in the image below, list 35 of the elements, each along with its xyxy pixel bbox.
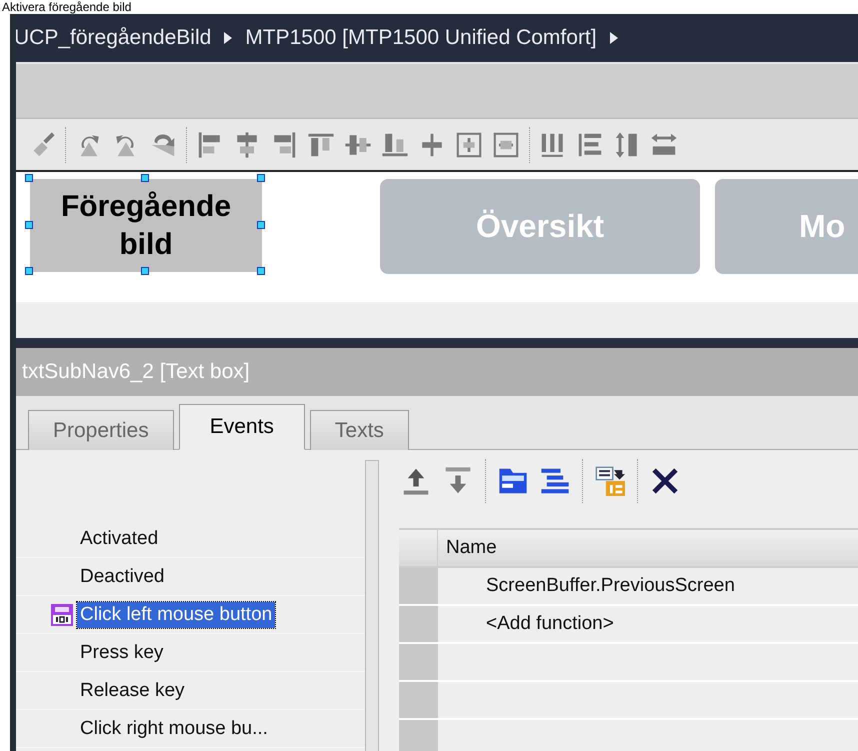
tab[interactable]: Properties bbox=[28, 410, 174, 450]
chevron-icon bbox=[223, 31, 234, 45]
function-cell[interactable]: ScreenBuffer.PreviousScreen bbox=[438, 567, 858, 605]
event-item[interactable]: Press key bbox=[77, 640, 166, 666]
move-up-icon[interactable] bbox=[401, 466, 431, 496]
panel-title: txtSubNav6_2 [Text box] bbox=[22, 360, 250, 384]
resize-handle[interactable] bbox=[25, 267, 33, 275]
event-item[interactable]: Release key bbox=[77, 678, 188, 704]
chevron-icon bbox=[608, 31, 619, 45]
center-horizontal-icon[interactable] bbox=[492, 130, 520, 158]
resize-handle[interactable] bbox=[141, 267, 149, 275]
resize-handle[interactable] bbox=[257, 267, 265, 275]
move-down-icon[interactable] bbox=[443, 466, 473, 496]
resize-handle[interactable] bbox=[257, 220, 265, 228]
event-item[interactable]: Deactived bbox=[77, 564, 168, 590]
resize-handle[interactable] bbox=[141, 174, 149, 182]
tab[interactable]: Events bbox=[178, 404, 305, 450]
tab[interactable]: Texts bbox=[310, 410, 409, 450]
resize-handle[interactable] bbox=[257, 174, 265, 182]
script-icon[interactable] bbox=[595, 466, 625, 496]
event-item[interactable]: Activated bbox=[77, 526, 162, 552]
text-box[interactable]: Föregående bild bbox=[30, 179, 262, 272]
event-item[interactable]: Click right mouse bu... bbox=[77, 716, 271, 742]
event-item[interactable]: Click left mouse button bbox=[77, 602, 276, 628]
resize-handle[interactable] bbox=[25, 220, 33, 228]
resize-handle[interactable] bbox=[25, 174, 33, 182]
caption-text: Aktivera föregående bild bbox=[1, 0, 132, 14]
delete-icon[interactable] bbox=[650, 466, 680, 496]
center-vertical-icon[interactable] bbox=[455, 130, 483, 158]
breadcrumb-item[interactable]: MTP1500 [MTP1500 Unified Comfort] bbox=[245, 26, 597, 50]
collapse-icon[interactable] bbox=[498, 466, 528, 496]
function-cell[interactable]: <Add function> bbox=[438, 605, 858, 643]
column-header: Name bbox=[438, 529, 858, 567]
expand-icon[interactable] bbox=[540, 466, 570, 496]
scrollbar[interactable] bbox=[365, 460, 379, 751]
